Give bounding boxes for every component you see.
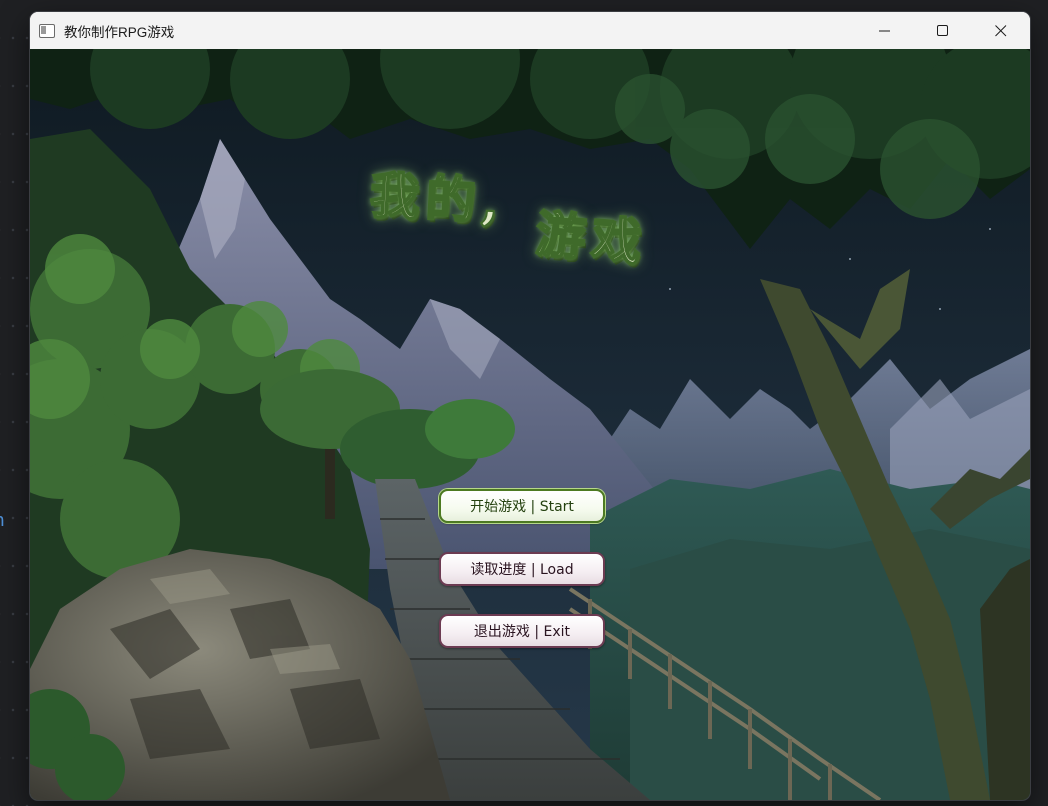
editor-code-fragment: n (0, 510, 5, 531)
minimize-button[interactable] (856, 12, 914, 49)
window-controls (856, 12, 1030, 49)
exit-game-button[interactable]: 退出游戏 | Exit (439, 614, 605, 648)
background-scene (30, 49, 1030, 800)
app-window-icon (39, 23, 55, 38)
window-title: 教你制作RPG游戏 (64, 24, 175, 40)
load-game-button[interactable]: 读取进度 | Load (439, 552, 605, 586)
editor-gutter (0, 0, 30, 806)
minimize-icon (879, 30, 890, 31)
app-window: 教你制作RPG游戏 我的, 游戏 开始游戏 | Start 读取进度 | Loa… (30, 12, 1030, 800)
close-icon (995, 24, 1007, 36)
maximize-button[interactable] (914, 12, 972, 49)
maximize-icon (937, 24, 948, 36)
start-game-button[interactable]: 开始游戏 | Start (439, 489, 605, 523)
close-button[interactable] (972, 12, 1030, 49)
title-bar[interactable]: 教你制作RPG游戏 (30, 12, 1030, 49)
game-viewport[interactable]: 我的, 游戏 开始游戏 | Start 读取进度 | Load 退出游戏 | E… (30, 49, 1030, 800)
